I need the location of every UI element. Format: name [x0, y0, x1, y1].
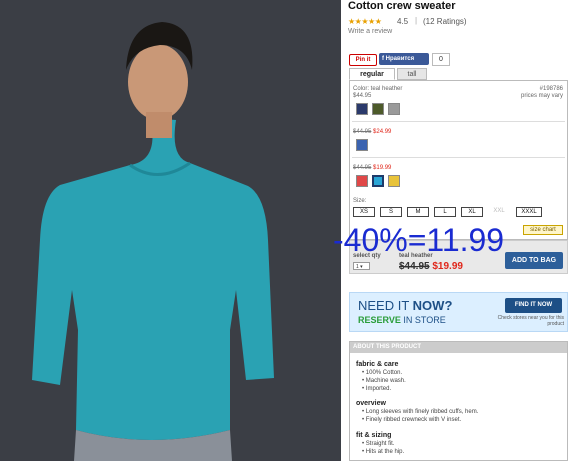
price-group-2: $44.95 $24.99 [353, 129, 392, 135]
size-xxxl[interactable]: XXXL [516, 207, 542, 217]
bag-price: $44.95 $19.99 [399, 261, 463, 272]
size-label: Size: [353, 198, 367, 204]
tab-regular[interactable]: regular [349, 68, 395, 80]
list-item: • Straight fit. [362, 441, 395, 447]
product-title: Cotton crew sweater [348, 0, 456, 12]
price-regular: $44.95 [353, 93, 372, 99]
color-swatch-navy[interactable] [356, 103, 368, 115]
color-size-selector: Color: teal heather $44.95 #198786 price… [349, 80, 568, 240]
fit-sizing-heading: fit & sizing [356, 432, 392, 439]
about-header: ABOUT THIS PRODUCT [350, 342, 567, 353]
divider [352, 121, 565, 122]
add-to-bag-button[interactable]: ADD TO BAG [505, 252, 563, 269]
size-l[interactable]: L [434, 207, 456, 217]
size-chart-link[interactable]: size chart [523, 225, 563, 235]
color-swatch-blue[interactable] [356, 139, 368, 151]
color-swatch-teal-selected[interactable] [372, 175, 384, 187]
list-item: • 100% Cotton. [362, 370, 403, 376]
overview-heading: overview [356, 400, 386, 407]
reserve-in-store-text: RESERVE IN STORE [358, 315, 446, 325]
rating-separator: | [415, 16, 418, 25]
size-m[interactable]: M [407, 207, 429, 217]
write-review-link[interactable]: Write a review [348, 28, 392, 35]
facebook-like-label: Нравится [385, 56, 415, 62]
facebook-like-button[interactable]: f Нравится [379, 53, 429, 65]
list-item: • Hits at the hip. [362, 449, 405, 455]
pinterest-button[interactable]: Pin it [349, 54, 377, 66]
ratings-count-link[interactable]: (12 Ratings) [423, 17, 467, 26]
need-it-now-heading: NEED IT NOW? [358, 298, 453, 313]
quantity-select[interactable]: 1 ▾ [353, 262, 370, 270]
color-swatch-grey[interactable] [388, 103, 400, 115]
facebook-like-count: 0 [432, 53, 450, 66]
color-label: Color: teal heather [353, 86, 403, 92]
color-swatch-olive[interactable] [372, 103, 384, 115]
rating-value: 4.5 [397, 17, 409, 26]
price-group-3: $44.95 $19.99 [353, 165, 392, 171]
color-swatch-red[interactable] [356, 175, 368, 187]
style-number: #198786 [539, 86, 563, 92]
size-xxl[interactable]: XXL [488, 207, 510, 217]
list-item: • Imported. [362, 386, 392, 392]
color-swatch-yellow[interactable] [388, 175, 400, 187]
list-item: • Finely ribbed crewneck with V inset. [362, 417, 462, 423]
list-item: • Long sleeves with finely ribbed cuffs,… [362, 409, 479, 415]
rating-stars-icon[interactable]: ★★★★★ [348, 17, 382, 26]
check-stores-text: Check stores near you for this product [497, 315, 564, 327]
about-product-section: ABOUT THIS PRODUCT fabric & care • 100% … [349, 341, 568, 461]
prices-vary-note: prices may vary [520, 93, 563, 99]
find-it-now-button[interactable]: FIND IT NOW [505, 298, 562, 313]
size-xl[interactable]: XL [461, 207, 483, 217]
size-s[interactable]: S [380, 207, 402, 217]
find-it-now-banner: NEED IT NOW? RESERVE IN STORE FIND IT NO… [349, 292, 568, 332]
tab-tall[interactable]: tall [397, 68, 427, 80]
divider [352, 157, 565, 158]
list-item: • Machine wash. [362, 378, 406, 384]
fabric-care-heading: fabric & care [356, 361, 399, 368]
product-photo [0, 0, 341, 461]
size-xs[interactable]: XS [353, 207, 375, 217]
discount-overlay-text: -40%=11.99 [333, 222, 505, 258]
